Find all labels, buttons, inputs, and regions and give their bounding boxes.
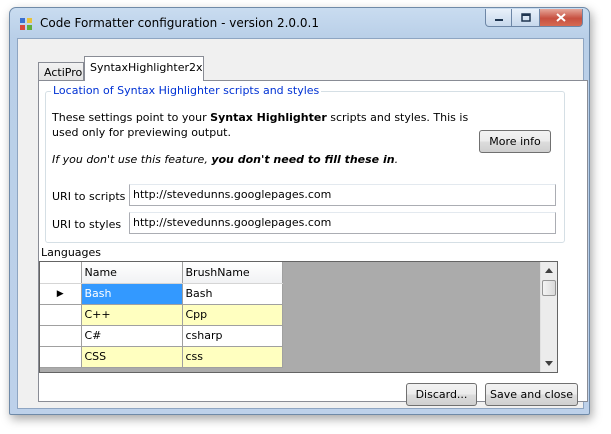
languages-grid[interactable]: Name BrushName ▶ Bash Bash C++ Cpp C# cs… [39, 261, 558, 373]
title-bar[interactable]: Code Formatter configuration - version 2… [10, 8, 589, 38]
scroll-up-icon [545, 268, 553, 273]
cell-brushname[interactable]: Cpp [182, 304, 283, 326]
group-legend: Location of Syntax Highlighter scripts a… [51, 84, 322, 97]
languages-table: Name BrushName ▶ Bash Bash C++ Cpp C# cs… [40, 262, 283, 368]
cell-name[interactable]: Bash [81, 283, 183, 305]
row-header[interactable] [40, 346, 82, 368]
maximize-icon [520, 13, 531, 22]
uri-scripts-input[interactable]: http://stevedunns.googlepages.com [129, 184, 556, 206]
table-row[interactable]: C# csharp [40, 325, 283, 347]
caption-buttons [485, 9, 583, 27]
cell-brushname[interactable]: Bash [182, 283, 283, 305]
settings-description: These settings point to your Syntax High… [52, 111, 469, 139]
table-row[interactable]: CSS css [40, 346, 283, 368]
row-header[interactable] [40, 304, 82, 326]
grid-header-row: Name BrushName [40, 262, 283, 284]
more-info-button[interactable]: More info [479, 130, 551, 153]
client-area: ActiPro SyntaxHighlighter2x Location of … [17, 38, 588, 409]
uri-scripts-label: URI to scripts [52, 190, 126, 203]
close-icon [556, 13, 566, 22]
location-group: Location of Syntax Highlighter scripts a… [45, 84, 565, 243]
column-header-name[interactable]: Name [81, 262, 183, 284]
cell-brushname[interactable]: css [182, 346, 283, 368]
config-window: Code Formatter configuration - version 2… [9, 7, 590, 415]
close-button[interactable] [539, 9, 583, 27]
grid-vertical-scrollbar[interactable] [540, 262, 557, 372]
table-row[interactable]: ▶ Bash Bash [40, 283, 283, 305]
uri-styles-input[interactable]: http://stevedunns.googlepages.com [129, 212, 556, 234]
current-row-indicator-icon: ▶ [40, 283, 82, 305]
tab-syntaxhighlighter2x[interactable]: SyntaxHighlighter2x [84, 56, 204, 81]
cell-name[interactable]: CSS [81, 346, 183, 368]
minimize-icon [494, 18, 503, 21]
cell-brushname[interactable]: csharp [182, 325, 283, 347]
window-title: Code Formatter configuration - version 2… [40, 16, 319, 30]
table-row[interactable]: C++ Cpp [40, 304, 283, 326]
tab-page-syntaxhighlighter: Location of Syntax Highlighter scripts a… [38, 80, 588, 402]
scroll-thumb[interactable] [542, 280, 556, 296]
tab-actipro[interactable]: ActiPro [38, 62, 84, 81]
row-header[interactable] [40, 325, 82, 347]
scroll-down-button[interactable] [541, 355, 557, 372]
column-header-brushname[interactable]: BrushName [182, 262, 283, 284]
save-and-close-button[interactable]: Save and close [485, 383, 578, 406]
discard-button[interactable]: Discard... [406, 383, 477, 406]
optional-note: If you don't use this feature, you don't… [52, 153, 399, 166]
uri-styles-label: URI to styles [52, 218, 122, 231]
cell-name[interactable]: C# [81, 325, 183, 347]
languages-label: Languages [41, 246, 102, 259]
scroll-down-icon [545, 361, 553, 366]
minimize-button[interactable] [485, 9, 512, 27]
row-header-corner [40, 262, 82, 284]
cell-name[interactable]: C++ [81, 304, 183, 326]
app-icon [20, 18, 32, 30]
scroll-up-button[interactable] [541, 262, 557, 279]
maximize-button[interactable] [512, 9, 539, 27]
